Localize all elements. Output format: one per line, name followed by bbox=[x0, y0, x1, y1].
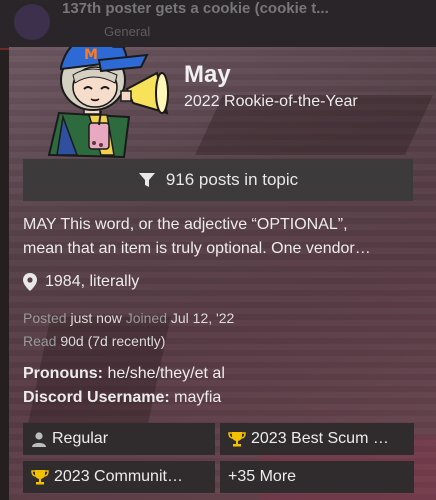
posted-value[interactable]: just now bbox=[70, 310, 121, 326]
user-card: M May 2022 Rookie-of-the-Year 916 posts … bbox=[9, 47, 436, 500]
joined-value: Jul 12, '22 bbox=[170, 310, 235, 326]
site-logo[interactable] bbox=[14, 4, 50, 40]
svg-text:M: M bbox=[84, 47, 98, 63]
discord-field: Discord Username: mayfia bbox=[23, 389, 221, 407]
read-label: Read bbox=[23, 333, 57, 349]
filter-posts-button[interactable]: 916 posts in topic bbox=[23, 159, 413, 201]
map-pin-icon bbox=[23, 273, 37, 291]
user-bio: MAY This word, or the adjective “OPTIONA… bbox=[23, 213, 415, 261]
more-badges-button[interactable]: +35 More bbox=[220, 461, 414, 493]
user-title: 2022 Rookie-of-the-Year bbox=[184, 93, 358, 110]
badge-regular[interactable]: Regular bbox=[23, 423, 215, 455]
discord-label: Discord Username: bbox=[23, 389, 170, 406]
topic-header: 137th poster gets a cookie (cookie t... … bbox=[0, 0, 436, 50]
location-text: 1984, literally bbox=[45, 273, 140, 290]
user-name[interactable]: May bbox=[184, 61, 231, 89]
badge-community[interactable]: 2023 Communit… bbox=[23, 461, 215, 493]
bio-line: MAY This word, or the adjective “OPTIONA… bbox=[23, 216, 348, 233]
discord-value: mayfia bbox=[174, 389, 222, 406]
pronouns-field: Pronouns: he/she/they/et al bbox=[23, 365, 225, 383]
user-icon bbox=[32, 432, 46, 447]
badge-best-scum[interactable]: 2023 Best Scum … bbox=[220, 423, 414, 455]
avatar[interactable]: M bbox=[29, 47, 179, 165]
filter-icon bbox=[138, 173, 155, 187]
user-read-time: Read 90d (7d recently) bbox=[23, 333, 165, 349]
filter-posts-label: 916 posts in topic bbox=[165, 170, 299, 189]
bio-line: mean that an item is truly optional. One… bbox=[23, 240, 371, 257]
topic-title[interactable]: 137th poster gets a cookie (cookie t... bbox=[62, 0, 422, 17]
badge-label: +35 More bbox=[228, 468, 297, 485]
trophy-icon bbox=[228, 432, 246, 447]
pronouns-label: Pronouns: bbox=[23, 365, 103, 382]
badge-label: 2023 Best Scum … bbox=[251, 430, 389, 447]
user-location: 1984, literally bbox=[23, 273, 139, 291]
user-activity: Posted just now Joined Jul 12, '22 bbox=[23, 310, 234, 326]
joined-label: Joined bbox=[125, 310, 167, 326]
read-value: 90d (7d recently) bbox=[60, 333, 166, 349]
badge-label: Regular bbox=[52, 430, 109, 447]
trophy-icon bbox=[31, 470, 49, 485]
topic-category[interactable]: General bbox=[104, 24, 150, 39]
posted-label: Posted bbox=[23, 310, 67, 326]
badge-label: 2023 Communit… bbox=[54, 468, 183, 485]
pronouns-value: he/she/they/et al bbox=[107, 365, 225, 382]
